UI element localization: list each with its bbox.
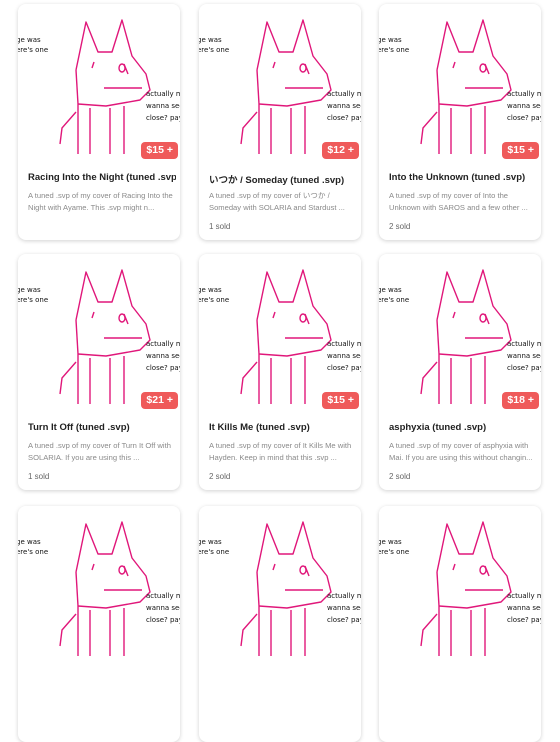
- product-thumbnail[interactable]: ge was ere's one actually m wanna see n clos…: [199, 506, 361, 668]
- product-grid: ge was ere's one actually m wanna see n clos…: [0, 0, 560, 742]
- cover-top-text: ere's one: [18, 296, 48, 304]
- product-title[interactable]: asphyxia (tuned .svp): [389, 422, 537, 433]
- cover-side-text: wanna see n: [507, 102, 541, 110]
- product-card[interactable]: ge was ere's one actually m wanna see n clos…: [379, 506, 541, 742]
- sold-count: 2 sold: [209, 472, 231, 481]
- cover-top-text: ge was: [199, 538, 222, 546]
- product-card[interactable]: ge was ere's one actually m wanna see n clos…: [199, 254, 361, 490]
- cover-side-text: wanna see n: [327, 352, 361, 360]
- product-card[interactable]: ge was ere's one actually m wanna see n clos…: [18, 506, 180, 742]
- cover-side-text: wanna see n: [507, 352, 541, 360]
- cover-side-text: actually m: [507, 592, 541, 600]
- cover-top-text: ere's one: [18, 548, 48, 556]
- cover-top-text: ge was: [18, 286, 41, 294]
- sold-count: 2 sold: [389, 222, 411, 231]
- cover-side-text: close? pay r: [146, 616, 180, 624]
- cover-side-text: close? pay r: [327, 616, 361, 624]
- cover-side-text: actually m: [146, 340, 180, 348]
- cover-art-sketch: ge was ere's one actually m wanna see n clos…: [379, 521, 541, 656]
- cover-side-text: actually m: [327, 90, 361, 98]
- product-title[interactable]: It Kills Me (tuned .svp): [209, 422, 357, 433]
- product-card[interactable]: ge was ere's one actually m wanna see n clos…: [199, 4, 361, 240]
- product-title[interactable]: いつか / Someday (tuned .svp): [209, 172, 357, 186]
- sold-count: 1 sold: [28, 472, 50, 481]
- cover-side-text: close? pay r: [507, 616, 541, 624]
- cover-top-text: ge was: [379, 286, 402, 294]
- price-badge: $15 +: [141, 142, 178, 159]
- cover-side-text: wanna see n: [146, 102, 180, 110]
- price-badge: $18 +: [502, 392, 539, 409]
- sold-count: 1 sold: [209, 222, 231, 231]
- product-description: A tuned .svp of my cover of asphyxia wit…: [389, 441, 533, 462]
- cover-top-text: ere's one: [199, 296, 229, 304]
- cover-top-text: ere's one: [18, 46, 48, 54]
- product-description: A tuned .svp of my cover of Turn It Off …: [28, 441, 171, 462]
- cover-side-text: actually m: [327, 592, 361, 600]
- cover-side-text: actually m: [507, 340, 541, 348]
- cover-side-text: close? pay r: [507, 114, 541, 122]
- sold-count: 2 sold: [389, 472, 411, 481]
- product-title[interactable]: Racing Into the Night (tuned .svp): [28, 172, 176, 183]
- cover-top-text: ge was: [199, 36, 222, 44]
- cover-top-text: ge was: [199, 286, 222, 294]
- cover-side-text: actually m: [146, 592, 180, 600]
- product-title[interactable]: Into the Unknown (tuned .svp): [389, 172, 537, 183]
- cover-side-text: actually m: [507, 90, 541, 98]
- cover-side-text: actually m: [146, 90, 180, 98]
- price-badge: $21 +: [141, 392, 178, 409]
- cover-top-text: ge was: [18, 538, 41, 546]
- product-title[interactable]: Turn It Off (tuned .svp): [28, 422, 176, 433]
- product-card[interactable]: ge was ere's one actually m wanna see n clos…: [18, 254, 180, 490]
- product-description: A tuned .svp of my cover of いつか / Someda…: [209, 191, 345, 212]
- price-badge: $15 +: [322, 392, 359, 409]
- cover-top-text: ere's one: [379, 548, 409, 556]
- cover-side-text: wanna see n: [327, 604, 361, 612]
- cover-side-text: wanna see n: [146, 604, 180, 612]
- cover-side-text: close? pay r: [146, 114, 180, 122]
- cover-side-text: wanna see n: [327, 102, 361, 110]
- cover-top-text: ere's one: [379, 46, 409, 54]
- cover-top-text: ge was: [379, 538, 402, 546]
- product-thumbnail[interactable]: ge was ere's one actually m wanna see n clos…: [18, 506, 180, 668]
- product-card[interactable]: ge was ere's one actually m wanna see n clos…: [379, 4, 541, 240]
- product-description: A tuned .svp of my cover of Racing Into …: [28, 191, 173, 212]
- cover-side-text: actually m: [327, 340, 361, 348]
- price-badge: $12 +: [322, 142, 359, 159]
- cover-top-text: ere's one: [199, 46, 229, 54]
- product-description: A tuned .svp of my cover of Into the Unk…: [389, 191, 528, 212]
- cover-art-sketch: ge was ere's one actually m wanna see n clos…: [18, 521, 180, 656]
- cover-side-text: close? pay r: [146, 364, 180, 372]
- cover-top-text: ge was: [379, 36, 402, 44]
- cover-top-text: ere's one: [199, 548, 229, 556]
- price-badge: $15 +: [502, 142, 539, 159]
- product-description: A tuned .svp of my cover of It Kills Me …: [209, 441, 352, 462]
- cover-side-text: close? pay r: [327, 364, 361, 372]
- cover-side-text: wanna see n: [146, 352, 180, 360]
- cover-side-text: close? pay r: [507, 364, 541, 372]
- product-card[interactable]: ge was ere's one actually m wanna see n clos…: [379, 254, 541, 490]
- cover-art-sketch: ge was ere's one actually m wanna see n clos…: [199, 521, 361, 656]
- cover-top-text: ge was: [18, 36, 41, 44]
- product-thumbnail[interactable]: ge was ere's one actually m wanna see n clos…: [379, 506, 541, 668]
- cover-side-text: close? pay r: [327, 114, 361, 122]
- product-card[interactable]: ge was ere's one actually m wanna see n clos…: [18, 4, 180, 240]
- cover-top-text: ere's one: [379, 296, 409, 304]
- cover-side-text: wanna see n: [507, 604, 541, 612]
- product-card[interactable]: ge was ere's one actually m wanna see n clos…: [199, 506, 361, 742]
